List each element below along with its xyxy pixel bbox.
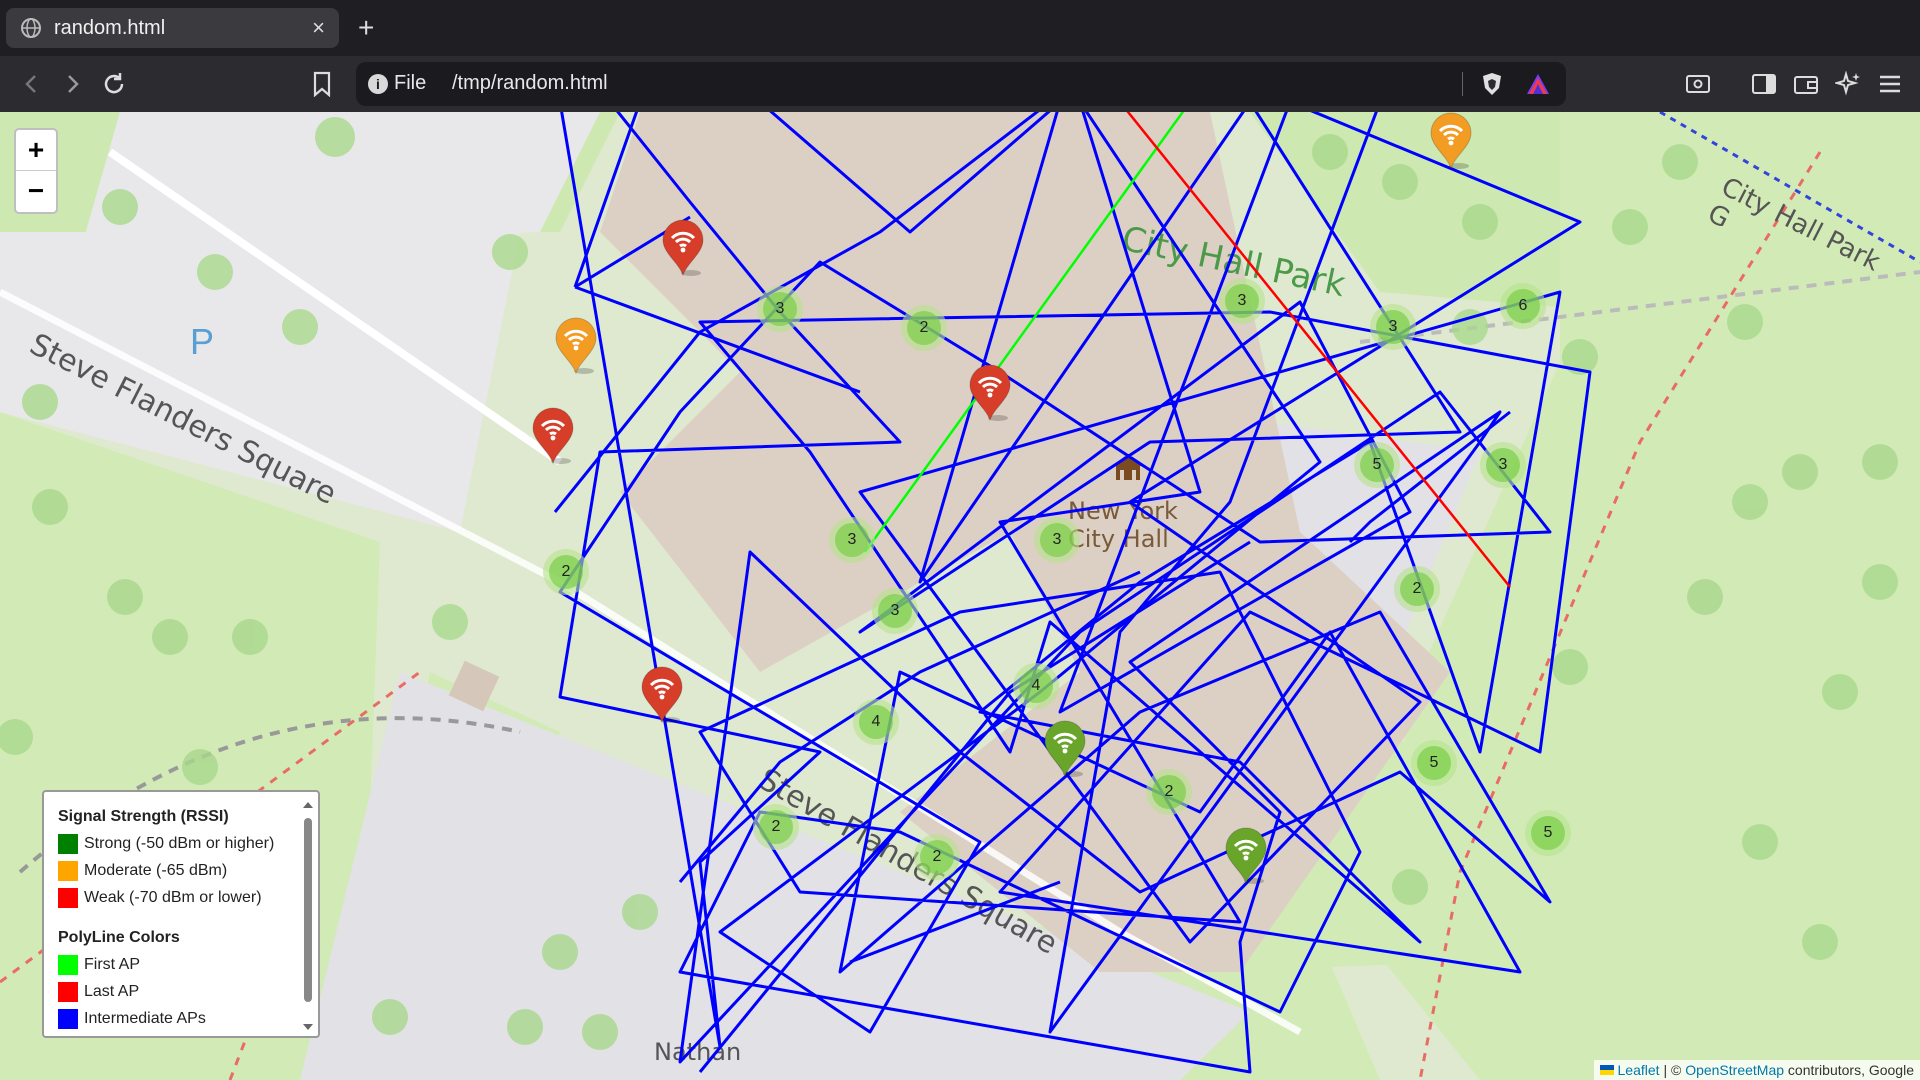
screenshot-icon[interactable] [1682, 68, 1714, 100]
bookmark-icon[interactable] [306, 68, 338, 100]
marker-cluster[interactable]: 2 [543, 549, 589, 595]
globe-icon [21, 18, 41, 38]
cluster-count: 3 [835, 523, 869, 557]
back-icon[interactable] [16, 68, 48, 100]
marker-cluster[interactable]: 5 [1411, 740, 1457, 786]
browser-tab-bar: random.html × + [0, 0, 1920, 56]
legend-item: Strong (-50 dBm or higher) [58, 830, 318, 857]
cluster-count: 3 [878, 594, 912, 628]
signal-legend-heading: Signal Strength (RSSI) [58, 808, 229, 825]
polyline-segment [574, 285, 861, 394]
marker-cluster[interactable]: 2 [1146, 769, 1192, 815]
polyline-segment [1126, 112, 1511, 588]
legend-item: Intermediate APs [58, 1005, 318, 1032]
cluster-count: 3 [763, 292, 797, 326]
cluster-count: 2 [549, 555, 583, 589]
cluster-count: 3 [1486, 448, 1520, 482]
map-legend[interactable]: Signal Strength (RSSI) Strong (-50 dBm o… [42, 790, 320, 1038]
legend-swatch [58, 887, 78, 908]
legend-swatch [58, 954, 78, 975]
marker-cluster[interactable]: 3 [757, 286, 803, 332]
reload-icon[interactable] [98, 68, 130, 100]
cluster-count: 2 [907, 311, 941, 345]
browser-tab[interactable]: random.html × [6, 8, 339, 48]
url-scheme: File [394, 72, 427, 94]
marker-cluster[interactable]: 2 [901, 305, 947, 351]
cluster-count: 2 [920, 840, 954, 874]
polyline-legend-heading: PolyLine Colors [58, 929, 180, 946]
address-bar[interactable]: i File /tmp/random.html [356, 62, 1566, 106]
sidebar-icon[interactable] [1748, 68, 1780, 100]
marker-cluster[interactable]: 6 [1500, 283, 1546, 329]
marker-cluster[interactable]: 3 [872, 588, 918, 634]
leaflet-link[interactable]: Leaflet [1618, 1062, 1660, 1078]
marker-cluster[interactable]: 2 [914, 834, 960, 880]
marker-cluster[interactable]: 2 [753, 804, 799, 850]
cluster-count: 2 [1152, 775, 1186, 809]
marker-cluster[interactable]: 5 [1525, 810, 1571, 856]
osm-link[interactable]: OpenStreetMap [1685, 1062, 1784, 1078]
menu-icon[interactable] [1874, 68, 1906, 100]
tab-title: random.html [54, 16, 166, 39]
marker-cluster[interactable]: 3 [1034, 517, 1080, 563]
legend-scrollbar-thumb[interactable] [304, 818, 312, 1002]
cluster-count: 3 [1225, 284, 1259, 318]
wifi-marker-icon[interactable] [640, 666, 684, 724]
ukraine-flag-icon [1599, 1065, 1614, 1075]
url-path: /tmp/random.html [452, 72, 608, 94]
legend-item: Last AP [58, 978, 318, 1005]
zoom-control: + − [14, 128, 58, 214]
cluster-count: 6 [1506, 289, 1540, 323]
zoom-in-button[interactable]: + [16, 130, 56, 171]
brave-rewards-icon[interactable] [1522, 68, 1554, 100]
cluster-count: 4 [1019, 669, 1053, 703]
wifi-marker-icon[interactable] [968, 364, 1012, 422]
marker-cluster[interactable]: 3 [829, 517, 875, 563]
cluster-count: 2 [759, 810, 793, 844]
wifi-marker-icon[interactable] [531, 407, 575, 465]
wifi-marker-icon[interactable] [1224, 827, 1268, 885]
new-tab-button[interactable]: + [358, 12, 374, 44]
cluster-count: 3 [1040, 523, 1074, 557]
marker-cluster[interactable]: 4 [1013, 663, 1059, 709]
cluster-count: 4 [859, 705, 893, 739]
legend-item: Weak (-70 dBm or lower) [58, 884, 318, 911]
brave-shield-icon[interactable] [1476, 68, 1508, 100]
url-divider [1462, 72, 1463, 96]
leo-ai-icon[interactable] [1832, 68, 1864, 100]
cluster-count: 2 [1400, 572, 1434, 606]
info-icon[interactable]: i [368, 74, 388, 94]
marker-cluster[interactable]: 3 [1480, 442, 1526, 488]
cluster-count: 5 [1360, 448, 1394, 482]
polyline-segment [849, 880, 1061, 964]
legend-swatch [58, 981, 78, 1002]
forward-icon[interactable] [56, 68, 88, 100]
marker-cluster[interactable]: 3 [1370, 304, 1416, 350]
cluster-count: 5 [1417, 746, 1451, 780]
legend-item: First AP [58, 951, 318, 978]
cluster-count: 5 [1531, 816, 1565, 850]
marker-cluster[interactable]: 3 [1219, 278, 1265, 324]
marker-cluster[interactable]: 4 [853, 699, 899, 745]
map-attribution: Leaflet | © OpenStreetMap contributors, … [1593, 1060, 1920, 1080]
zoom-out-button[interactable]: − [16, 171, 56, 212]
polyline-segment [573, 112, 639, 288]
wallet-icon[interactable] [1790, 68, 1822, 100]
wifi-marker-icon[interactable] [1043, 720, 1087, 778]
wifi-marker-icon[interactable] [661, 219, 705, 277]
cluster-count: 3 [1376, 310, 1410, 344]
legend-swatch [58, 833, 78, 854]
legend-swatch [58, 860, 78, 881]
marker-cluster[interactable]: 2 [1394, 566, 1440, 612]
wifi-marker-icon[interactable] [554, 317, 598, 375]
legend-swatch [58, 1008, 78, 1029]
close-tab-icon[interactable]: × [312, 15, 325, 41]
legend-item: Moderate (-65 dBm) [58, 857, 318, 884]
wifi-marker-icon[interactable] [1429, 112, 1473, 170]
marker-cluster[interactable]: 5 [1354, 442, 1400, 488]
